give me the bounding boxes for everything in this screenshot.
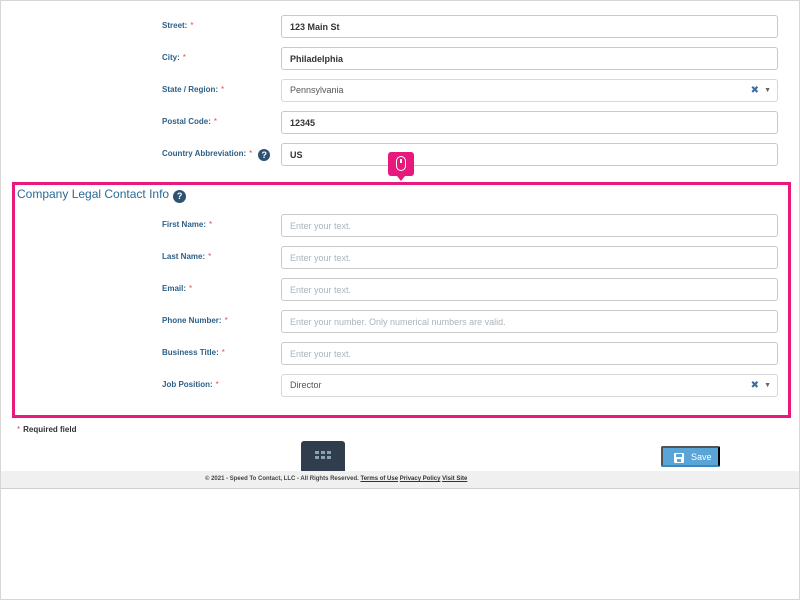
privacy-policy-link[interactable]: Privacy Policy: [400, 476, 441, 482]
apps-grid-button[interactable]: [301, 441, 345, 471]
required-asterisk: *: [213, 117, 218, 126]
chevron-down-icon[interactable]: ▼: [764, 375, 771, 396]
required-asterisk: *: [221, 85, 225, 94]
city-row: City: *: [1, 47, 800, 71]
job-position-row: Job Position: * Director ✖ ▼: [1, 374, 800, 398]
copyright-text: © 2021 - Speed To Contact, LLC - All Rig…: [205, 476, 359, 482]
phone-number-input[interactable]: [281, 310, 778, 333]
required-asterisk: *: [224, 316, 228, 325]
business-title-label: Business Title: *: [162, 348, 225, 357]
floppy-disk-icon: [674, 453, 684, 463]
phone-label: Phone Number: *: [162, 316, 228, 325]
postal-row: Postal Code: *: [1, 111, 800, 135]
job-position-label: Job Position: *: [162, 380, 219, 389]
state-label: State / Region: *: [162, 85, 225, 94]
street-label: Street: *: [162, 21, 194, 30]
save-button-label: Save: [691, 452, 712, 462]
required-asterisk: *: [208, 252, 212, 261]
street-row: Street: *: [1, 15, 800, 39]
required-asterisk: *: [17, 425, 21, 434]
phone-row: Phone Number: *: [1, 310, 800, 334]
clear-icon[interactable]: ✖: [751, 375, 759, 396]
state-row: State / Region: * Pennsylvania ✖ ▼: [1, 79, 800, 103]
mouse-icon: [396, 156, 406, 171]
section-title: Company Legal Contact Info?: [17, 187, 187, 203]
required-asterisk: *: [249, 149, 253, 158]
email-row: Email: *: [1, 278, 800, 302]
required-asterisk: *: [209, 220, 213, 229]
footer-text: © 2021 - Speed To Contact, LLC - All Rig…: [205, 476, 467, 482]
required-asterisk: *: [215, 380, 219, 389]
save-button[interactable]: Save: [661, 446, 720, 467]
required-asterisk: *: [221, 348, 225, 357]
mouse-click-indicator: [388, 152, 414, 181]
required-asterisk: *: [190, 21, 194, 30]
job-position-select[interactable]: Director ✖ ▼: [281, 374, 778, 397]
first-name-label: First Name: *: [162, 220, 213, 229]
business-title-input[interactable]: [281, 342, 778, 365]
terms-of-use-link[interactable]: Terms of Use: [360, 476, 398, 482]
page: Street:* City:* State / Region:* Pennsyl…: [0, 0, 800, 600]
state-select-value: Pennsylvania: [290, 85, 344, 95]
help-icon[interactable]: ?: [258, 149, 271, 161]
last-name-row: Last Name: *: [1, 246, 800, 270]
country-label: Country Abbreviation: *?: [162, 149, 271, 161]
required-asterisk: *: [182, 53, 186, 62]
footer: © 2021 - Speed To Contact, LLC - All Rig…: [1, 471, 799, 489]
last-name-input[interactable]: [281, 246, 778, 269]
city-input[interactable]: [281, 47, 778, 70]
grid-icon: [315, 451, 331, 461]
state-select[interactable]: Pennsylvania ✖ ▼: [281, 79, 778, 102]
first-name-input[interactable]: [281, 214, 778, 237]
required-asterisk: *: [189, 284, 193, 293]
last-name-label: Last Name: *: [162, 252, 212, 261]
first-name-row: First Name: *: [1, 214, 800, 238]
email-input[interactable]: [281, 278, 778, 301]
job-position-select-value: Director: [290, 380, 322, 390]
country-abbreviation-input[interactable]: [281, 143, 778, 166]
clear-icon[interactable]: ✖: [751, 80, 759, 101]
required-field-note: * Required field: [17, 425, 77, 434]
postal-code-input[interactable]: [281, 111, 778, 134]
email-label: Email: *: [162, 284, 193, 293]
visit-site-link[interactable]: Visit Site: [442, 476, 467, 482]
help-icon[interactable]: ?: [173, 190, 187, 203]
chevron-down-icon[interactable]: ▼: [764, 80, 771, 101]
postal-label: Postal Code: *: [162, 117, 218, 126]
city-label: City: *: [162, 53, 186, 62]
business-title-row: Business Title: *: [1, 342, 800, 366]
street-input[interactable]: [281, 15, 778, 38]
